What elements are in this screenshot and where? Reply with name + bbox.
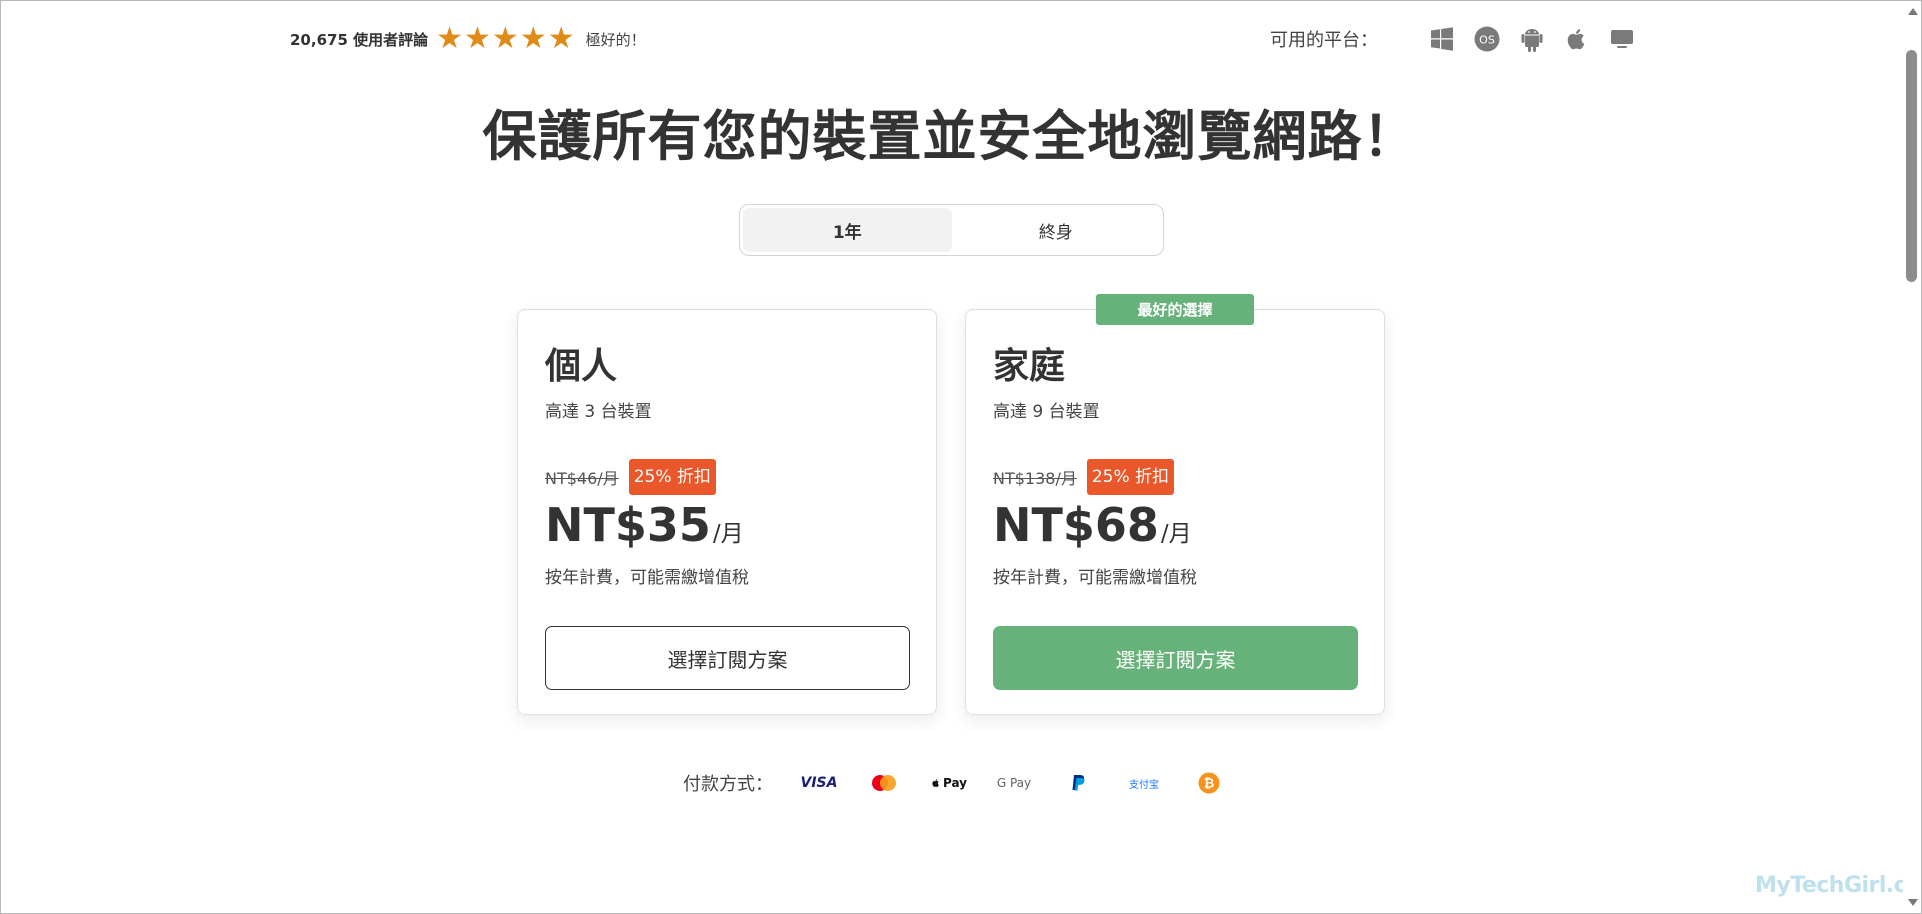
macos-icon-text: OS bbox=[1479, 34, 1495, 47]
plan-card-family: 家庭 高達 9 台裝置 NT$138/月 25% 折扣 NT$68 /月 按年計… bbox=[965, 309, 1385, 715]
site-watermark: MyTechGirl.com bbox=[1755, 873, 1922, 898]
available-platforms: 可用的平台： OS bbox=[1270, 22, 1635, 56]
price-row: NT$138/月 25% 折扣 bbox=[993, 459, 1175, 495]
windows-icon[interactable] bbox=[1429, 26, 1455, 52]
scroll-down-arrow-icon[interactable] bbox=[1908, 899, 1918, 906]
price-row: NT$46/月 25% 折扣 bbox=[545, 459, 716, 495]
review-count: 20,675 使用者評論 bbox=[290, 30, 429, 49]
mastercard-icon bbox=[864, 771, 904, 795]
billing-period-toggle: 1年 終身 bbox=[739, 204, 1164, 256]
payment-methods: 付款方式： VISA Pay G Pay 支付宝 ₿ bbox=[683, 768, 1254, 798]
alipay-icon: 支付宝 bbox=[1129, 779, 1159, 791]
original-price: NT$46/月 bbox=[545, 469, 619, 488]
original-price: NT$138/月 bbox=[993, 469, 1077, 488]
tv-icon[interactable] bbox=[1609, 26, 1635, 52]
plan-title: 家庭 bbox=[993, 346, 1066, 387]
select-plan-personal-button[interactable]: 選擇訂閱方案 bbox=[545, 626, 910, 690]
apple-pay-text: Pay bbox=[942, 776, 968, 790]
payments-label: 付款方式： bbox=[683, 774, 773, 795]
platforms-label: 可用的平台： bbox=[1270, 30, 1378, 51]
price-amount: NT$35 bbox=[545, 498, 711, 552]
star-icon: ★ bbox=[547, 21, 575, 56]
rating-word: 極好的！ bbox=[585, 30, 646, 49]
tab-lifetime[interactable]: 終身 bbox=[952, 208, 1161, 252]
star-icon: ★ bbox=[519, 21, 547, 56]
plan-device-limit: 高達 3 台裝置 bbox=[545, 402, 652, 422]
star-icon: ★ bbox=[464, 21, 491, 56]
visa-icon: VISA bbox=[800, 775, 838, 791]
scroll-up-arrow-icon[interactable] bbox=[1908, 8, 1918, 15]
price-amount: NT$68 bbox=[993, 498, 1159, 552]
google-pay-icon: G Pay bbox=[996, 776, 1032, 790]
price-unit: /月 bbox=[1160, 521, 1192, 547]
price-unit: /月 bbox=[712, 521, 744, 547]
android-icon[interactable] bbox=[1519, 26, 1545, 52]
svg-text:₿: ₿ bbox=[1204, 777, 1215, 792]
select-plan-family-button[interactable]: 選擇訂閱方案 bbox=[993, 626, 1358, 690]
apple-icon[interactable] bbox=[1564, 26, 1590, 52]
star-icon: ★ bbox=[491, 21, 519, 56]
billing-note: 按年計費，可能需繳增值稅 bbox=[545, 568, 749, 588]
rating-stars: ★ ★ ★ ★ ★ bbox=[436, 24, 576, 54]
bitcoin-icon: ₿ bbox=[1189, 771, 1229, 795]
page-title: 保護所有您的裝置並安全地瀏覽網路！ bbox=[482, 105, 1418, 168]
plan-device-limit: 高達 9 台裝置 bbox=[993, 402, 1100, 422]
best-choice-badge: 最好的選擇 bbox=[1096, 294, 1254, 325]
star-icon: ★ bbox=[436, 21, 464, 56]
scrollbar-thumb[interactable] bbox=[1906, 50, 1917, 282]
current-price: NT$35 /月 bbox=[545, 498, 744, 552]
apple-pay-icon: Pay bbox=[929, 771, 969, 795]
plan-title: 個人 bbox=[545, 346, 618, 387]
rating-summary: 20,675 使用者評論 ★ ★ ★ ★ ★ 極好的！ bbox=[290, 24, 646, 54]
plan-card-personal: 個人 高達 3 台裝置 NT$46/月 25% 折扣 NT$35 /月 按年計費… bbox=[517, 309, 937, 715]
billing-note: 按年計費，可能需繳增值稅 bbox=[993, 568, 1197, 588]
discount-badge: 25% 折扣 bbox=[1086, 459, 1175, 495]
paypal-icon bbox=[1059, 771, 1099, 795]
discount-badge: 25% 折扣 bbox=[628, 459, 716, 495]
current-price: NT$68 /月 bbox=[993, 498, 1192, 552]
tab-1-year[interactable]: 1年 bbox=[743, 208, 952, 252]
macos-icon[interactable]: OS bbox=[1474, 26, 1500, 52]
